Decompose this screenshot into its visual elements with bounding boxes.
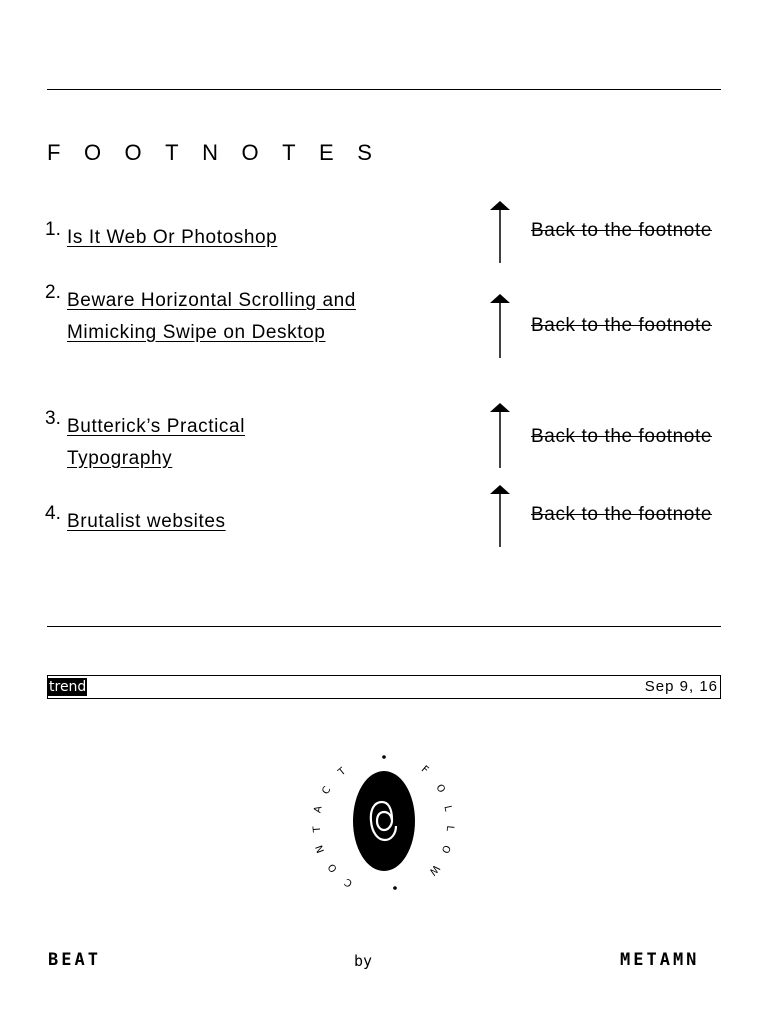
contact-letter: C — [343, 876, 355, 889]
contact-letter: C — [320, 785, 333, 797]
follow-letter: O — [433, 783, 447, 795]
contact-letter: T — [312, 825, 324, 834]
footnote-number: 1. — [45, 219, 61, 240]
footnote-number: 4. — [45, 503, 61, 524]
emblem-center-ellipse[interactable] — [353, 771, 415, 871]
contact-follow-emblem: T C A T N O C F O L L O W — [312, 755, 455, 890]
footnote-link-2[interactable]: Beware Horizontal Scrolling and Mimickin… — [67, 285, 367, 348]
arrow-up-icon — [490, 294, 510, 358]
top-divider — [47, 89, 721, 90]
tag-label[interactable]: trend — [48, 678, 88, 696]
follow-label[interactable]: F O L L O W — [419, 764, 455, 877]
contact-letter: T — [336, 765, 349, 779]
footnote-number: 3. — [45, 408, 61, 429]
contact-letter: A — [312, 805, 324, 814]
footnote-link-3[interactable]: Butterick’s Practical Typography — [67, 411, 287, 474]
arrow-up-icon — [490, 403, 510, 468]
post-date: Sep 9, 16 — [644, 678, 718, 695]
follow-letter: W — [426, 862, 441, 877]
follow-letter: L — [444, 825, 455, 832]
ring-dot — [382, 755, 386, 759]
back-to-footnote-link-4[interactable]: Back to the footnote — [531, 504, 712, 526]
back-to-footnote-link-2[interactable]: Back to the footnote — [531, 315, 712, 337]
footnotes-heading: FOOTNOTES — [47, 140, 396, 165]
follow-letter: L — [441, 805, 453, 813]
back-to-footnote-link-3[interactable]: Back to the footnote — [531, 426, 712, 448]
footer-brand-right[interactable]: METAMN — [620, 950, 699, 970]
footnote-link-1[interactable]: Is It Web Or Photoshop — [67, 222, 367, 254]
bottom-divider — [47, 626, 721, 627]
post-meta-bar: trend Sep 9, 16 — [47, 675, 721, 699]
footnote-link-4[interactable]: Brutalist websites — [67, 506, 367, 538]
follow-letter: F — [419, 764, 431, 776]
arrow-up-icon — [490, 485, 510, 547]
back-to-footnote-link-1[interactable]: Back to the footnote — [531, 220, 712, 242]
contact-label[interactable]: T C A T N O C — [312, 765, 355, 888]
arrow-up-icon — [490, 201, 510, 263]
contact-letter: N — [314, 843, 327, 854]
follow-letter: O — [439, 843, 452, 855]
footer-brand-left[interactable]: BEAT — [48, 950, 101, 970]
footnote-number: 2. — [45, 282, 61, 303]
ring-dot — [393, 886, 397, 890]
contact-letter: O — [326, 861, 340, 874]
footer-by-label: by — [354, 952, 373, 970]
